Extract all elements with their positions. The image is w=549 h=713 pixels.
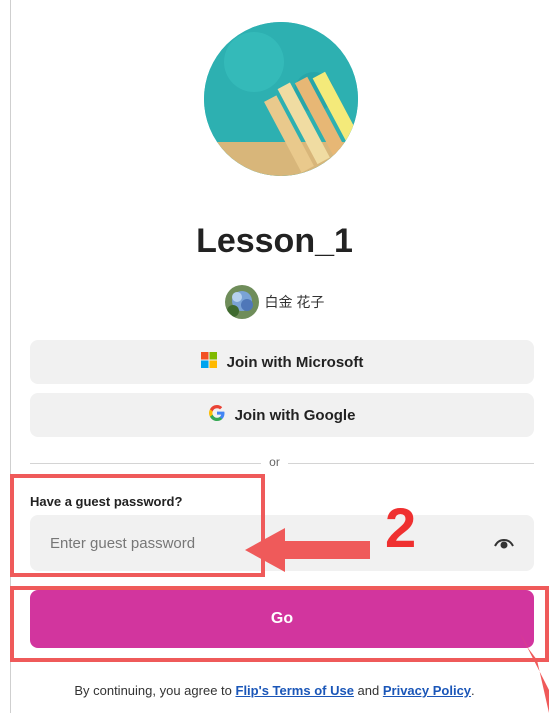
annotation-arrow-diagonal xyxy=(520,633,549,713)
annotation-arrows xyxy=(245,528,549,713)
annotation-arrow-left xyxy=(245,528,370,572)
